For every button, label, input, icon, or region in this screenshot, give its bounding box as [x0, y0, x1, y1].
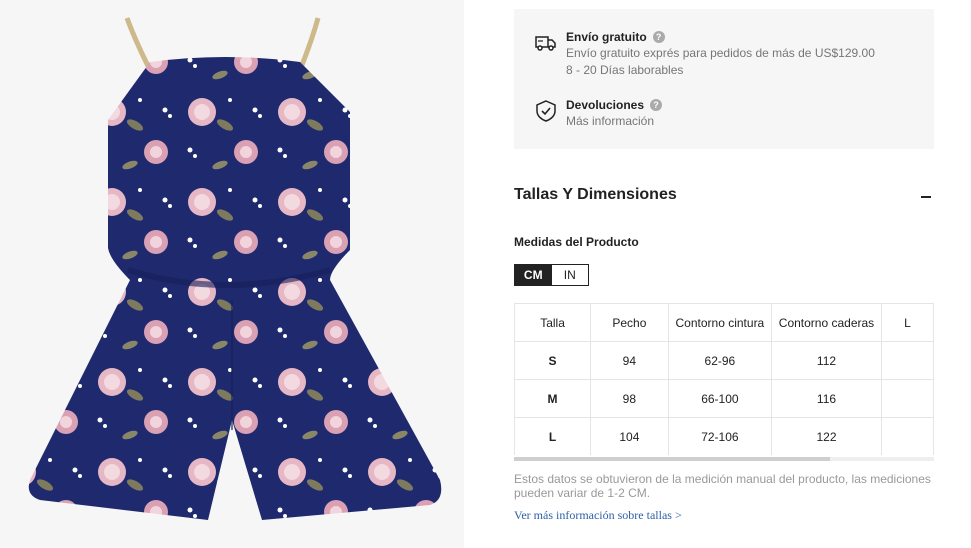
cell-waist: 66-100	[667, 379, 773, 418]
unit-toggle: CM IN	[514, 264, 589, 286]
size-table-container[interactable]: Talla Pecho Contorno cintura Contorno ca…	[514, 303, 934, 455]
cell-hips: 116	[771, 379, 882, 418]
product-image[interactable]	[0, 0, 464, 548]
measurement-note: Estos datos se obtuvieron de la medición…	[514, 472, 931, 500]
help-icon[interactable]: ?	[652, 31, 665, 43]
col-header-size: Talla	[514, 303, 592, 342]
size-section-title[interactable]: Tallas Y Dimensiones	[514, 186, 677, 204]
cell-chest: 98	[590, 379, 669, 418]
size-table: Talla Pecho Contorno cintura Contorno ca…	[514, 303, 934, 455]
help-icon[interactable]: ?	[650, 99, 663, 111]
unit-cm-button[interactable]: CM	[515, 265, 552, 285]
col-header-chest: Pecho	[590, 303, 669, 342]
col-header-hips: Contorno caderas	[771, 303, 882, 342]
cell-length	[880, 341, 934, 380]
cell-size: L	[514, 417, 592, 455]
table-row: M 98 66-100 116	[514, 379, 934, 418]
shipping-title: Envío gratuito	[566, 30, 647, 44]
cell-hips: 122	[771, 417, 882, 455]
col-header-waist: Contorno cintura	[667, 303, 773, 342]
cell-waist: 72-106	[667, 417, 773, 455]
cell-chest: 94	[590, 341, 669, 380]
truck-icon	[535, 36, 556, 51]
cell-hips: 112	[771, 341, 882, 380]
romper-illustration	[28, 17, 442, 520]
cell-size: M	[514, 379, 592, 418]
cell-waist: 62-96	[667, 341, 773, 380]
cell-size: S	[514, 341, 592, 380]
shipping-time: 8 - 20 Días laborables	[566, 63, 684, 77]
service-info-box: Envío gratuito? Envío gratuito exprés pa…	[514, 9, 934, 149]
shield-check-icon	[536, 100, 556, 122]
table-header-row: Talla Pecho Contorno cintura Contorno ca…	[514, 303, 934, 342]
returns-more-info[interactable]: Más información	[566, 113, 926, 130]
minus-icon[interactable]	[921, 196, 931, 198]
shipping-detail: Envío gratuito exprés para pedidos de má…	[566, 46, 875, 60]
table-row: S 94 62-96 112	[514, 341, 934, 380]
col-header-length: L	[880, 303, 934, 342]
scrollbar-thumb[interactable]	[514, 457, 830, 461]
product-measurements-label: Medidas del Producto	[514, 235, 639, 249]
product-details-panel: Envío gratuito? Envío gratuito exprés pa…	[464, 0, 971, 548]
size-info-link[interactable]: Ver más información sobre tallas >	[514, 508, 682, 523]
table-row: L 104 72-106 122	[514, 417, 934, 455]
cell-chest: 104	[590, 417, 669, 455]
cell-length	[880, 417, 934, 455]
returns-title: Devoluciones	[566, 98, 645, 112]
unit-in-button[interactable]: IN	[552, 265, 589, 285]
cell-length	[880, 379, 934, 418]
table-horizontal-scrollbar[interactable]	[514, 457, 934, 461]
